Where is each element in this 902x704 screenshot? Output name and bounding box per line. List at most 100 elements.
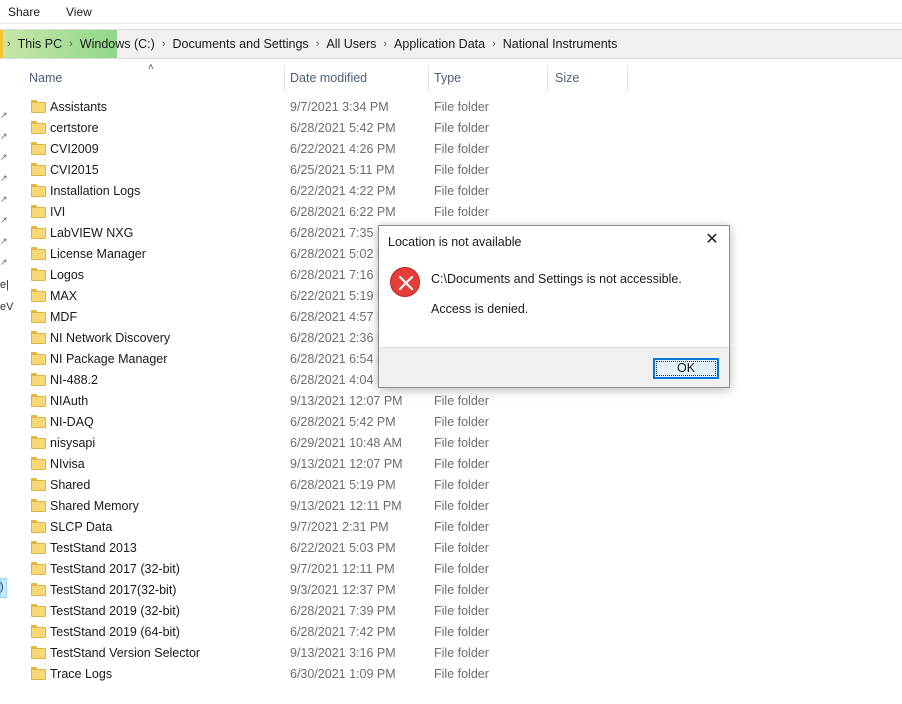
file-row[interactable]: TestStand 2013 6/22/2021 5:03 PM File fold… — [0, 538, 902, 559]
file-row[interactable]: SLCP Data 9/7/2021 2:31 PM File folder — [0, 517, 902, 538]
column-header-date-modified[interactable]: Date modified — [290, 71, 367, 85]
file-date-modified: 9/7/2021 3:34 PM — [290, 100, 389, 114]
chevron-right-icon[interactable]: › — [492, 38, 496, 50]
folder-icon — [31, 121, 46, 134]
folder-icon — [31, 646, 46, 659]
address-bar[interactable]: › This PC › Windows (C:) › Documents and… — [0, 29, 902, 59]
file-type: File folder — [434, 520, 489, 534]
file-date-modified: 6/29/2021 10:48 AM — [290, 436, 402, 450]
file-date-modified: 9/13/2021 12:07 PM — [290, 394, 403, 408]
file-row[interactable]: NIAuth 9/13/2021 12:07 PM File folder — [0, 391, 902, 412]
file-name: MAX — [50, 289, 78, 303]
file-date-modified: 9/3/2021 12:37 PM — [290, 583, 396, 597]
error-dialog: Location is not available ✕ C:\Documents… — [378, 225, 730, 388]
column-header-size[interactable]: Size — [555, 71, 579, 85]
file-date-modified: 9/7/2021 2:31 PM — [290, 520, 389, 534]
file-name: LabVIEW NXG — [50, 226, 134, 240]
file-name: IVI — [50, 205, 66, 219]
chevron-right-icon[interactable]: › — [162, 38, 166, 50]
file-type: File folder — [434, 163, 489, 177]
file-name: NI Network Discovery — [50, 331, 171, 345]
file-row[interactable]: Installation Logs 6/22/2021 4:22 PM File f… — [0, 181, 902, 202]
file-row[interactable]: TestStand Version Selector 9/13/2021 3:16… — [0, 643, 902, 664]
column-divider[interactable] — [547, 66, 548, 92]
crumb-national-instruments[interactable]: National Instruments — [503, 37, 618, 51]
file-name: NIAuth — [50, 394, 89, 408]
file-type: File folder — [434, 142, 489, 156]
file-row[interactable]: Shared Memory 9/13/2021 12:11 PM File fold… — [0, 496, 902, 517]
chevron-right-icon[interactable]: › — [7, 38, 11, 50]
ok-button[interactable]: OK — [653, 358, 719, 379]
file-row[interactable]: certstore 6/28/2021 5:42 PM File folder — [0, 118, 902, 139]
folder-icon — [31, 583, 46, 596]
dialog-message: C:\Documents and Settings is not accessi… — [431, 272, 682, 286]
file-row[interactable]: Assistants 9/7/2021 3:34 PM File folder — [0, 97, 902, 118]
crumb-application-data[interactable]: Application Data — [394, 37, 485, 51]
chevron-right-icon[interactable]: › — [316, 38, 320, 50]
column-divider[interactable] — [284, 66, 285, 92]
error-x-icon — [390, 267, 420, 297]
sort-ascending-icon: ˄ — [148, 62, 154, 73]
file-name: Logos — [50, 268, 85, 282]
tab-view[interactable]: View — [66, 5, 92, 19]
folder-icon — [31, 226, 46, 239]
folder-icon — [31, 604, 46, 617]
file-date-modified: 6/28/2021 5:19 PM — [290, 478, 396, 492]
file-name: TestStand 2019 (64-bit) — [50, 625, 180, 639]
column-divider[interactable] — [627, 66, 628, 92]
file-name: NIvisa — [50, 457, 85, 471]
breadcrumb: › This PC › Windows (C:) › Documents and… — [0, 30, 617, 58]
file-row[interactable]: CVI2009 6/22/2021 4:26 PM File folder — [0, 139, 902, 160]
file-type: File folder — [434, 604, 489, 618]
folder-icon — [31, 520, 46, 533]
file-row[interactable]: Trace Logs 6/30/2021 1:09 PM File folder — [0, 664, 902, 685]
chevron-right-icon[interactable]: › — [383, 38, 387, 50]
file-row[interactable]: NIvisa 9/13/2021 12:07 PM File folder — [0, 454, 902, 475]
file-name: TestStand 2017(32-bit) — [50, 583, 177, 597]
crumb-this-pc[interactable]: This PC — [18, 37, 62, 51]
chevron-right-icon[interactable]: › — [69, 38, 73, 50]
crumb-documents-and-settings[interactable]: Documents and Settings — [172, 37, 308, 51]
file-row[interactable]: IVI 6/28/2021 6:22 PM File folder — [0, 202, 902, 223]
file-date-modified: 6/28/2021 6:22 PM — [290, 205, 396, 219]
file-row[interactable]: TestStand 2017(32-bit) 9/3/2021 12:37 PM F… — [0, 580, 902, 601]
folder-icon — [31, 541, 46, 554]
file-name: Shared Memory — [50, 499, 139, 513]
file-name: SLCP Data — [50, 520, 113, 534]
folder-icon — [31, 457, 46, 470]
file-row[interactable]: nisysapi 6/29/2021 10:48 AM File folder — [0, 433, 902, 454]
file-name: NI-DAQ — [50, 415, 94, 429]
close-icon[interactable]: ✕ — [703, 231, 721, 249]
focus-rect — [656, 361, 716, 376]
file-row[interactable]: TestStand 2017 (32-bit) 9/7/2021 12:11 PM… — [0, 559, 902, 580]
file-date-modified: 6/28/2021 5:42 PM — [290, 415, 396, 429]
folder-icon — [31, 163, 46, 176]
crumb-all-users[interactable]: All Users — [326, 37, 376, 51]
folder-icon — [31, 184, 46, 197]
column-header-type[interactable]: Type — [434, 71, 461, 85]
file-row[interactable]: CVI2015 6/25/2021 5:11 PM File folder — [0, 160, 902, 181]
file-row[interactable]: TestStand 2019 (32-bit) 6/28/2021 7:39 PM… — [0, 601, 902, 622]
column-divider[interactable] — [428, 66, 429, 92]
folder-icon — [31, 478, 46, 491]
file-type: File folder — [434, 394, 489, 408]
dialog-detail: Access is denied. — [431, 302, 529, 316]
file-type: File folder — [434, 415, 489, 429]
file-type: File folder — [434, 499, 489, 513]
tab-share[interactable]: Share — [8, 5, 40, 19]
file-type: File folder — [434, 541, 489, 555]
file-row[interactable]: TestStand 2019 (64-bit) 6/28/2021 7:42 PM… — [0, 622, 902, 643]
dialog-footer: OK — [379, 347, 729, 387]
folder-icon — [31, 415, 46, 428]
file-date-modified: 6/28/2021 7:42 PM — [290, 625, 396, 639]
file-row[interactable]: Shared 6/28/2021 5:19 PM File folder — [0, 475, 902, 496]
file-row[interactable]: NI-DAQ 6/28/2021 5:42 PM File folder — [0, 412, 902, 433]
file-name: CVI2015 — [50, 163, 99, 177]
crumb-windows-c[interactable]: Windows (C:) — [80, 37, 155, 51]
file-name: TestStand 2019 (32-bit) — [50, 604, 180, 618]
file-type: File folder — [434, 625, 489, 639]
file-type: File folder — [434, 100, 489, 114]
column-header-name[interactable]: Name — [29, 71, 62, 85]
folder-icon — [31, 100, 46, 113]
folder-icon — [31, 268, 46, 281]
